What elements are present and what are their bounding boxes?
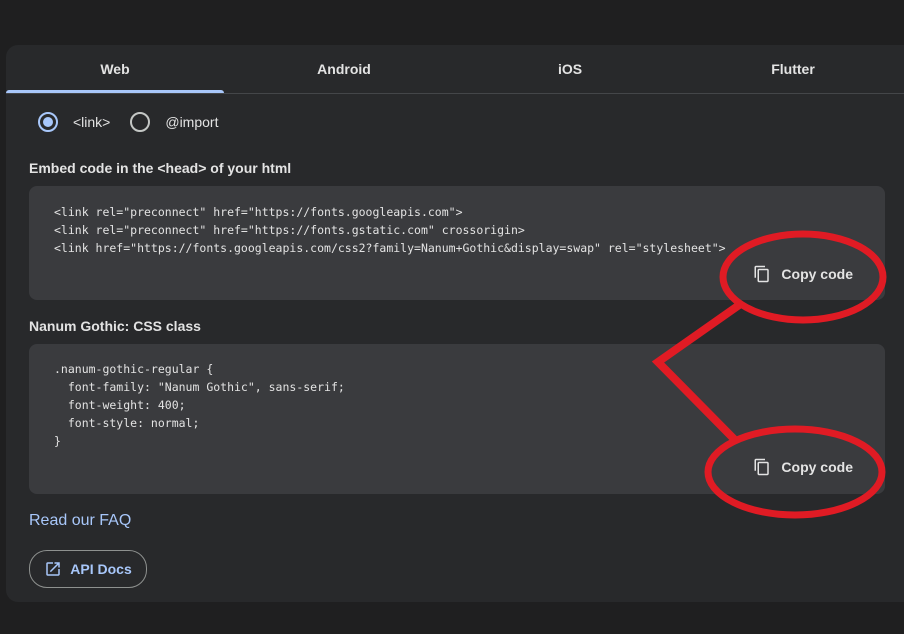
link-radio[interactable]: [38, 112, 58, 132]
api-docs-label: API Docs: [70, 561, 132, 577]
link-radio-label[interactable]: <link>: [73, 114, 110, 130]
tab-flutter[interactable]: Flutter: [684, 45, 902, 93]
embed-type-radio-group: <link> @import: [38, 111, 238, 133]
open-in-new-icon: [46, 562, 61, 576]
active-tab-indicator: [6, 90, 224, 93]
copy-icon: [754, 458, 770, 476]
copy-embed-code-button[interactable]: Copy code: [753, 262, 853, 286]
css-code: .nanum-gothic-regular { font-family: "Na…: [54, 362, 345, 448]
copy-icon: [754, 265, 770, 283]
embed-section-title: Embed code in the <head> of your html: [29, 160, 292, 176]
font-embed-panel: Web Android iOS Flutter <link> @import E…: [6, 45, 904, 602]
import-radio[interactable]: [130, 112, 151, 132]
platform-tabs: Web Android iOS Flutter: [6, 45, 904, 94]
copy-embed-code-label: Copy code: [781, 266, 853, 282]
css-code-block: .nanum-gothic-regular { font-family: "Na…: [29, 344, 885, 494]
tab-android[interactable]: Android: [235, 45, 453, 93]
tab-ios[interactable]: iOS: [461, 45, 679, 93]
css-section-title: Nanum Gothic: CSS class: [29, 318, 201, 334]
copy-css-code-button[interactable]: Copy code: [753, 455, 853, 479]
embed-code: <link rel="preconnect" href="https://fon…: [54, 205, 726, 255]
copy-css-code-label: Copy code: [781, 459, 853, 475]
import-radio-label[interactable]: @import: [165, 114, 218, 130]
api-docs-button[interactable]: API Docs: [29, 550, 147, 588]
faq-link[interactable]: Read our FAQ: [29, 512, 131, 530]
tab-web[interactable]: Web: [6, 45, 224, 93]
embed-code-block: <link rel="preconnect" href="https://fon…: [29, 186, 885, 300]
